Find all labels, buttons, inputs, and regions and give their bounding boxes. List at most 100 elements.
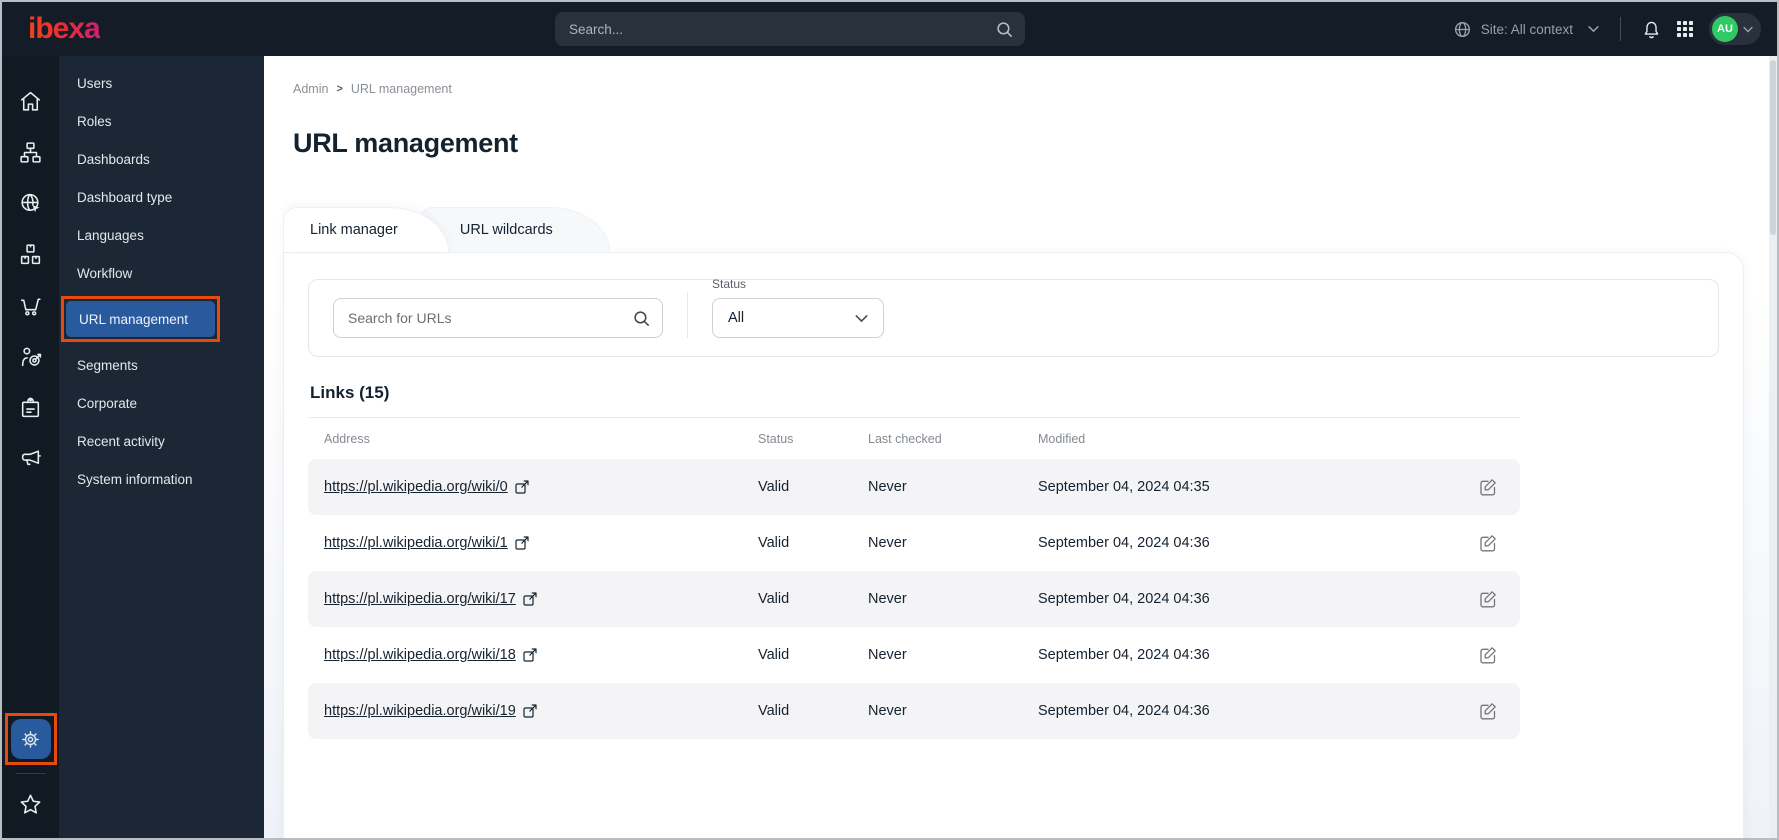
last-checked-cell: Never: [868, 535, 907, 551]
icon-rail: [2, 56, 59, 838]
menu-item-outer: Dashboard type: [59, 178, 264, 216]
home-icon: [20, 91, 41, 111]
filter-divider: [687, 292, 688, 338]
sidebar-item-home[interactable]: [2, 76, 59, 127]
edit-link-button[interactable]: [1479, 478, 1497, 496]
address-cell: https://pl.wikipedia.org/wiki/17: [324, 591, 758, 607]
status-cell: Valid: [758, 703, 790, 719]
external-link-icon: [515, 480, 529, 494]
search-icon: [997, 21, 1012, 37]
filter-box: Status All: [308, 277, 1719, 357]
sidebar-item-dashboards[interactable]: Dashboards: [59, 140, 264, 178]
bell-icon: [1644, 21, 1659, 38]
external-link-icon: [523, 592, 537, 606]
links-table-body: https://pl.wikipedia.org/wiki/0 Valid Ne…: [308, 459, 1520, 739]
address-cell: https://pl.wikipedia.org/wiki/0: [324, 479, 758, 495]
table-row: https://pl.wikipedia.org/wiki/0 Valid Ne…: [308, 459, 1520, 515]
edit-icon: [1480, 647, 1496, 664]
edit-link-button[interactable]: [1479, 590, 1497, 608]
links-table-header: Address Status Last checked Modified: [308, 417, 1520, 459]
user-menu[interactable]: AU: [1709, 13, 1761, 45]
megaphone-icon: [21, 450, 41, 466]
sidebar-item-corporate[interactable]: Corporate: [59, 384, 264, 422]
sidebar-item-languages[interactable]: Languages: [59, 216, 264, 254]
edit-link-button[interactable]: [1479, 646, 1497, 664]
url-link[interactable]: https://pl.wikipedia.org/wiki/19: [324, 703, 516, 719]
menu-item-outer: Users: [59, 64, 264, 102]
edit-icon: [1480, 535, 1496, 552]
avatar: AU: [1712, 16, 1738, 42]
sitemap-icon: [20, 142, 41, 163]
link-manager-panel: Status All Links (15) Address Status Las…: [283, 252, 1744, 838]
modified-cell: September 04, 2024 04:36: [1038, 535, 1210, 551]
sidebar-item-corporate[interactable]: [2, 382, 59, 433]
address-cell: https://pl.wikipedia.org/wiki/18: [324, 647, 758, 663]
sidebar-item-system-information[interactable]: System information: [59, 460, 264, 498]
ibexa-logo[interactable]: ibexa: [28, 12, 101, 46]
url-link[interactable]: https://pl.wikipedia.org/wiki/1: [324, 535, 508, 551]
active-item-annotation-box: URL management: [61, 296, 220, 342]
status-select-value: All: [728, 310, 745, 326]
url-link[interactable]: https://pl.wikipedia.org/wiki/0: [324, 479, 508, 495]
url-search-field[interactable]: [333, 298, 663, 338]
url-search-input[interactable]: [333, 298, 663, 338]
url-link[interactable]: https://pl.wikipedia.org/wiki/18: [324, 647, 516, 663]
global-search-input[interactable]: [569, 21, 996, 37]
topbar-divider: [1620, 17, 1621, 41]
sidebar-item-marketing[interactable]: [2, 433, 59, 484]
scrollbar-thumb[interactable]: [1770, 60, 1776, 235]
page-title: URL management: [293, 128, 518, 158]
sidebar-item-users[interactable]: Users: [59, 64, 264, 102]
sidebar-item-favorites[interactable]: [18, 782, 43, 826]
column-header-address: Address: [324, 431, 370, 446]
edit-link-button[interactable]: [1479, 702, 1497, 720]
edit-icon: [1480, 703, 1496, 720]
sidebar-item-workflow[interactable]: Workflow: [59, 254, 264, 292]
site-context-selector[interactable]: Site: All context: [1453, 20, 1599, 39]
search-icon: [634, 311, 649, 326]
sidebar-item-settings[interactable]: [10, 719, 51, 759]
links-section-title: Links (15): [310, 383, 390, 402]
sidebar-item-site[interactable]: [2, 178, 59, 229]
links-table: Address Status Last checked Modified htt…: [308, 417, 1520, 739]
column-header-last-checked: Last checked: [868, 431, 942, 446]
sidebar-item-segments[interactable]: Segments: [59, 346, 264, 384]
sidebar-item-roles[interactable]: Roles: [59, 102, 264, 140]
url-link[interactable]: https://pl.wikipedia.org/wiki/17: [324, 591, 516, 607]
app-switcher-button[interactable]: [1676, 20, 1694, 38]
chevron-down-icon: [1743, 26, 1753, 32]
menu-item-outer: Segments: [59, 346, 264, 384]
notifications-button[interactable]: [1642, 20, 1661, 39]
table-row: https://pl.wikipedia.org/wiki/18 Valid N…: [308, 627, 1520, 683]
vertical-scrollbar[interactable]: [1769, 56, 1777, 838]
edit-link-button[interactable]: [1479, 534, 1497, 552]
sidebar-item-product-catalog[interactable]: [2, 229, 59, 280]
sidebar-item-content-structure[interactable]: [2, 127, 59, 178]
address-cell: https://pl.wikipedia.org/wiki/19: [324, 703, 758, 719]
breadcrumb-admin[interactable]: Admin: [293, 82, 328, 96]
chevron-down-icon: [855, 314, 868, 322]
sidebar-item-dashboard-type[interactable]: Dashboard type: [59, 178, 264, 216]
menu-item-outer: Dashboards: [59, 140, 264, 178]
last-checked-cell: Never: [868, 703, 907, 719]
badge-icon: [21, 397, 40, 418]
site-context-label: Site: All context: [1480, 21, 1573, 37]
gear-icon: [22, 730, 39, 748]
status-label: Status: [712, 277, 747, 291]
global-search[interactable]: [555, 12, 1025, 46]
tab-bar: Link manager URL wildcards: [283, 207, 1744, 252]
star-icon: [20, 794, 41, 814]
edit-icon: [1480, 479, 1496, 496]
sidebar-item-personalization[interactable]: [2, 331, 59, 382]
menu-item-outer: Recent activity: [59, 422, 264, 460]
chevron-down-icon: [1588, 26, 1599, 33]
status-select[interactable]: All: [712, 298, 884, 338]
status-cell: Valid: [758, 591, 790, 607]
sidebar-item-recent-activity[interactable]: Recent activity: [59, 422, 264, 460]
edit-icon: [1480, 591, 1496, 608]
menu-item-outer: Corporate: [59, 384, 264, 422]
external-link-icon: [523, 704, 537, 718]
sidebar-item-url-management[interactable]: URL management: [66, 301, 215, 337]
sidebar-item-commerce[interactable]: [2, 280, 59, 331]
main-content: Admin > URL management URL management Li…: [264, 56, 1777, 838]
